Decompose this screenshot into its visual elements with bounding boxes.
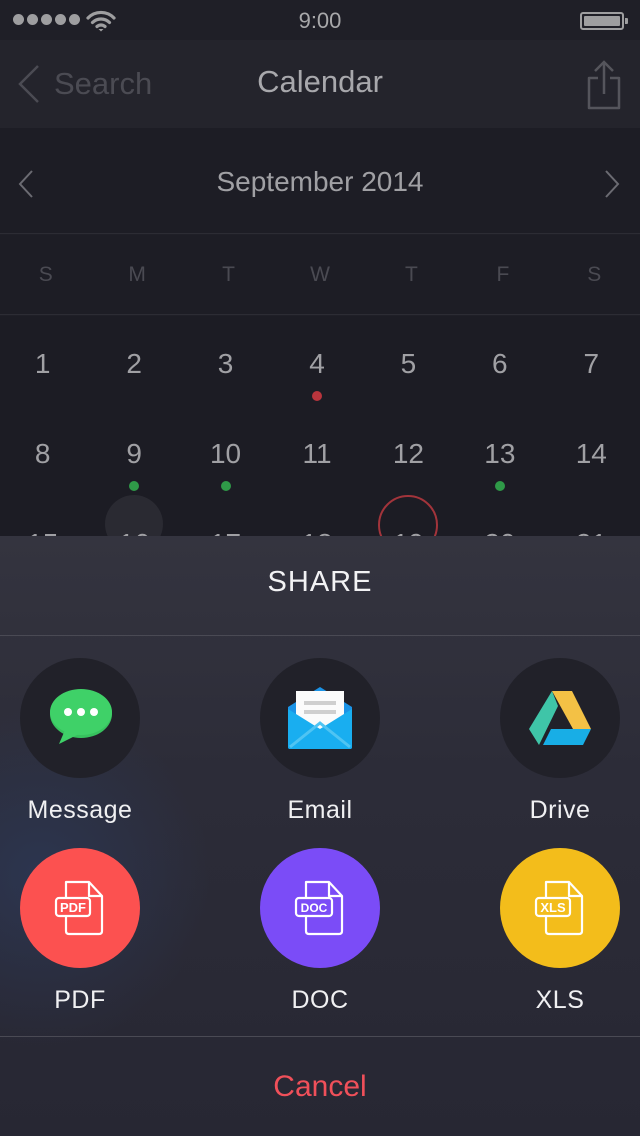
status-time: 9:00 <box>298 8 342 33</box>
doc-file-icon: DOC <box>294 880 344 936</box>
message-bubble-icon <box>50 689 112 744</box>
share-option-label: Message <box>27 796 133 824</box>
calendar-days-grid: 123456789101112131415161718192021 <box>0 316 640 559</box>
share-option-message[interactable]: Message <box>0 658 160 825</box>
event-indicator-dot <box>494 481 505 491</box>
share-option-label: Drive <box>529 796 591 824</box>
calendar-day[interactable]: 5 <box>368 344 448 384</box>
calendar-day[interactable]: 10 <box>186 434 266 491</box>
share-sheet-title: SHARE <box>267 566 373 598</box>
share-option-email[interactable]: Email <box>240 658 400 825</box>
status-bar: 9:00 <box>0 0 640 40</box>
share-option-pdf[interactable]: PDF PDF <box>0 848 160 1015</box>
share-option-label: XLS <box>535 986 585 1014</box>
previous-month-button[interactable] <box>16 168 36 200</box>
share-option-label: PDF <box>54 986 106 1014</box>
calendar-day[interactable]: 14 <box>551 434 631 474</box>
calendar-day[interactable]: 9 <box>94 434 174 491</box>
share-icon[interactable] <box>584 56 624 112</box>
weekday-label: T <box>222 263 235 286</box>
share-option-icon-circle: XLS <box>500 848 620 968</box>
month-header: September 2014 <box>0 128 640 234</box>
battery-icon <box>580 12 628 30</box>
calendar-day-number: 8 <box>34 438 51 469</box>
calendar-day[interactable]: 7 <box>551 344 631 384</box>
calendar-day-number: 6 <box>492 348 508 379</box>
weekday-label: T <box>405 263 418 286</box>
calendar-day[interactable]: 1 <box>3 344 83 384</box>
calendar-day-number: 7 <box>583 348 600 379</box>
navigation-bar: Search Calendar <box>0 40 640 128</box>
back-button[interactable]: Search <box>14 62 152 106</box>
weekday-label: M <box>128 263 146 286</box>
share-option-icon-circle <box>260 658 380 778</box>
calendar-day[interactable]: 13 <box>460 434 540 491</box>
share-option-icon-circle <box>500 658 620 778</box>
calendar-day[interactable]: 4 <box>277 344 357 401</box>
share-option-drive[interactable]: Drive <box>480 658 640 825</box>
pdf-file-icon: PDF <box>54 880 104 936</box>
share-sheet: SHARE Message Email Drive PDF PDF DOC DO… <box>0 536 640 1136</box>
calendar-day-number: 9 <box>126 438 142 469</box>
open-envelope-icon <box>288 687 352 749</box>
month-title: September 2014 <box>216 166 424 197</box>
share-option-icon-circle: PDF <box>20 848 140 968</box>
calendar-day-number: 5 <box>400 348 417 379</box>
chevron-left-icon <box>18 65 39 103</box>
cancel-button[interactable]: Cancel <box>0 1037 640 1136</box>
svg-text:XLS: XLS <box>540 900 566 915</box>
event-indicator-dot <box>312 391 322 401</box>
divider <box>0 635 640 636</box>
calendar-day-number: 11 <box>302 438 332 469</box>
xls-file-icon: XLS <box>534 880 584 936</box>
share-option-label: DOC <box>291 986 349 1014</box>
calendar-day-number: 10 <box>209 438 242 469</box>
weekday-label: W <box>310 263 330 286</box>
calendar-day-number: 2 <box>126 348 142 379</box>
share-option-label: Email <box>287 796 353 824</box>
calendar-day[interactable]: 6 <box>460 344 540 384</box>
weekday-label: F <box>496 263 510 286</box>
calendar-day-number: 4 <box>309 348 325 379</box>
calendar-day-number: 1 <box>34 348 51 379</box>
drive-triangle-icon <box>529 691 591 745</box>
svg-text:PDF: PDF <box>60 900 86 915</box>
calendar-day-number: 12 <box>392 438 424 469</box>
weekday-header: S M T W T F S <box>0 235 640 315</box>
event-indicator-dot <box>220 481 231 491</box>
share-option-xls[interactable]: XLS XLS <box>480 848 640 1015</box>
calendar-day-number: 3 <box>217 348 234 379</box>
share-option-icon-circle: DOC <box>260 848 380 968</box>
calendar-day[interactable]: 2 <box>94 344 174 384</box>
calendar-day-number: 13 <box>484 438 516 469</box>
event-indicator-dot <box>129 481 140 491</box>
weekday-label: S <box>38 263 53 286</box>
back-button-label: Search <box>54 66 153 101</box>
calendar-day[interactable]: 8 <box>3 434 83 474</box>
calendar-day[interactable]: 3 <box>186 344 266 384</box>
weekday-label: S <box>587 263 602 286</box>
share-option-icon-circle <box>20 658 140 778</box>
svg-text:DOC: DOC <box>301 901 328 915</box>
next-month-button[interactable] <box>602 168 622 200</box>
calendar-day[interactable]: 11 <box>277 434 357 474</box>
calendar-day[interactable]: 12 <box>368 434 448 474</box>
share-option-doc[interactable]: DOC DOC <box>240 848 400 1015</box>
calendar-day-number: 14 <box>575 438 607 469</box>
